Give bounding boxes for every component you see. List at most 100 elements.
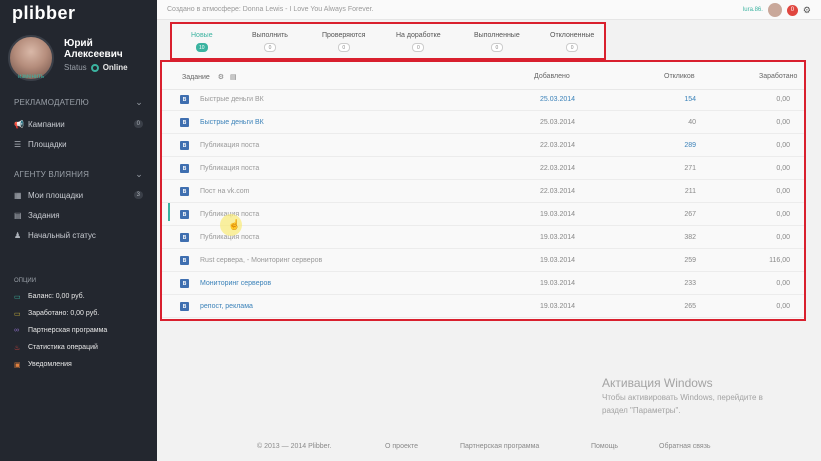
table-row[interactable]: B Rust сервера, - Мониторинг серверов 19.0… — [162, 249, 804, 272]
person-icon: ♟ — [14, 230, 22, 240]
col-earned[interactable]: Заработано — [759, 73, 797, 80]
table-row[interactable]: B Быстрые деньги ВК 25.03.2014 154 0,00 — [162, 88, 804, 111]
vk-icon: B — [180, 187, 189, 196]
calendar-icon[interactable]: ▤ — [230, 73, 237, 81]
advertiser-item[interactable]: ☰ Площадки — [0, 134, 157, 154]
task-earned: 0,00 — [776, 234, 790, 241]
grid-icon: ▦ — [14, 190, 22, 200]
task-responses[interactable]: 154 — [684, 96, 696, 103]
tab-1[interactable]: Выполнить 0 — [252, 32, 288, 52]
tab-5[interactable]: Отклоненные 0 — [550, 32, 594, 52]
task-name[interactable]: репост, реклама — [200, 303, 253, 310]
col-added[interactable]: Добавлено — [534, 73, 570, 80]
task-name[interactable]: Быстрые деньги ВК — [200, 119, 264, 126]
advertiser-section-header[interactable]: РЕКЛАМОДАТЕЛЮ ⌄ — [0, 97, 157, 108]
col-task[interactable]: Задание ⚙ ▤ — [182, 73, 237, 81]
bell-icon: ▣ — [14, 361, 21, 369]
advertiser-item-label: Кампании — [28, 119, 65, 129]
task-name[interactable]: Быстрые деньги ВК — [200, 96, 264, 103]
task-date: 19.03.2014 — [540, 257, 576, 264]
flask-icon: ♨ — [14, 344, 21, 352]
task-date: 22.03.2014 — [540, 165, 576, 172]
agent-item[interactable]: ▤ Задания — [0, 205, 157, 225]
table-row[interactable]: B Мониторинг серверов 19.03.2014 233 0,00 — [162, 272, 804, 295]
task-name[interactable]: Пост на vk.com — [200, 188, 249, 195]
table-row[interactable]: B Публикация поста 19.03.2014 382 0,00 — [162, 226, 804, 249]
task-date: 22.03.2014 — [540, 188, 576, 195]
task-date: 25.03.2014 — [540, 96, 576, 103]
agent-section-header[interactable]: АГЕНТУ ВЛИЯНИЯ ⌄ — [0, 169, 157, 180]
vk-icon: B — [180, 233, 189, 242]
document-icon: ▤ — [14, 210, 22, 220]
option-item[interactable]: ∞ Партнерская программа — [0, 322, 157, 339]
task-name[interactable]: Rust сервера, - Мониторинг серверов — [200, 257, 322, 264]
task-name[interactable]: Публикация поста — [200, 165, 259, 172]
chevron-down-icon[interactable]: ⌄ — [135, 169, 143, 180]
chevron-down-icon[interactable]: ⌄ — [135, 97, 143, 108]
vk-icon: B — [180, 256, 189, 265]
agent-item[interactable]: ▦ Мои площадки 3 — [0, 185, 157, 205]
top-avatar[interactable] — [767, 3, 782, 17]
task-name[interactable]: Мониторинг серверов — [200, 280, 271, 287]
advertiser-item-badge: 0 — [133, 120, 143, 128]
windows-activation-watermark: Активация Windows Чтобы активировать Win… — [602, 376, 763, 416]
agent-item-label: Задания — [28, 210, 60, 220]
vk-icon: B — [180, 95, 189, 104]
option-label: Уведомления — [28, 361, 72, 368]
vk-icon: B — [180, 279, 189, 288]
agent-item-label: Начальный статус — [28, 230, 96, 240]
advertiser-item[interactable]: 📢 Кампании 0 — [0, 114, 157, 134]
task-responses: 382 — [684, 234, 696, 241]
edit-profile-link[interactable]: изменить — [18, 74, 44, 80]
tab-2[interactable]: Проверяются 0 — [322, 32, 365, 52]
task-responses: 40 — [688, 119, 696, 126]
gear-icon[interactable]: ⚙ — [803, 5, 811, 16]
option-item[interactable]: ▭ Баланс: 0,00 руб. — [0, 288, 157, 305]
task-date: 22.03.2014 — [540, 142, 576, 149]
option-item[interactable]: ♨ Статистика операций — [0, 339, 157, 356]
task-responses: 259 — [684, 257, 696, 264]
col-responses[interactable]: Откликов — [664, 73, 695, 80]
tab-0[interactable]: Новые 10 — [191, 32, 213, 52]
task-name[interactable]: Публикация поста — [200, 142, 259, 149]
watermark-title: Активация Windows — [602, 376, 713, 390]
option-label: Заработано: 0,00 руб. — [28, 310, 100, 317]
vk-icon: B — [180, 118, 189, 127]
tab-label: На доработке — [396, 32, 441, 39]
option-label: Баланс: 0,00 руб. — [28, 293, 85, 300]
notifications-badge[interactable]: 0 — [786, 4, 798, 16]
task-responses[interactable]: 289 — [684, 142, 696, 149]
tab-label: Выполнить — [252, 32, 288, 39]
table-row[interactable]: B Публикация поста 22.03.2014 289 0,00 — [162, 134, 804, 157]
agent-item[interactable]: ♟ Начальный статус — [0, 225, 157, 245]
tab-label: Проверяются — [322, 32, 366, 39]
option-item[interactable]: ▭ Заработано: 0,00 руб. — [0, 305, 157, 322]
task-responses: 271 — [684, 165, 696, 172]
advertiser-item-label: Площадки — [28, 139, 67, 149]
user-menu[interactable]: lura.86. 0 ⚙ — [743, 3, 811, 17]
status-value: Online — [102, 63, 128, 72]
table-row[interactable]: B Пост на vk.com 22.03.2014 211 0,00 — [162, 180, 804, 203]
table-row[interactable]: B Быстрые деньги ВК 25.03.2014 40 0,00 — [162, 111, 804, 134]
task-earned: 0,00 — [776, 96, 790, 103]
tab-4[interactable]: Выполненные 0 — [474, 32, 520, 52]
tab-3[interactable]: На доработке 0 — [396, 32, 441, 52]
table-row[interactable]: B Публикация поста 19.03.2014 267 0,00 — [162, 203, 804, 226]
brand-logo[interactable]: plibber — [0, 0, 157, 26]
task-earned: 0,00 — [776, 303, 790, 310]
option-item[interactable]: ▣ Уведомления — [0, 356, 157, 373]
status-label: Status — [64, 63, 87, 72]
footer-help-link[interactable]: Помощь — [591, 443, 618, 450]
user-name: Юрий Алексеевич — [64, 38, 123, 60]
task-earned: 0,00 — [776, 280, 790, 287]
top-username[interactable]: lura.86. — [743, 7, 763, 13]
tab-count-badge: 0 — [412, 43, 425, 52]
footer-feedback-link[interactable]: Обратная связь — [659, 443, 711, 450]
footer-partner-link[interactable]: Партнерская программа — [460, 443, 539, 450]
footer-about-link[interactable]: О проекте — [385, 443, 418, 450]
table-row[interactable]: B Публикация поста 22.03.2014 271 0,00 — [162, 157, 804, 180]
wallet-icon: ▭ — [14, 293, 21, 301]
table-row[interactable]: Bрепост, реклама 19.03.2014 265 0,00 — [162, 295, 804, 318]
gear-icon[interactable]: ⚙ — [218, 73, 224, 81]
task-responses: 233 — [684, 280, 696, 287]
